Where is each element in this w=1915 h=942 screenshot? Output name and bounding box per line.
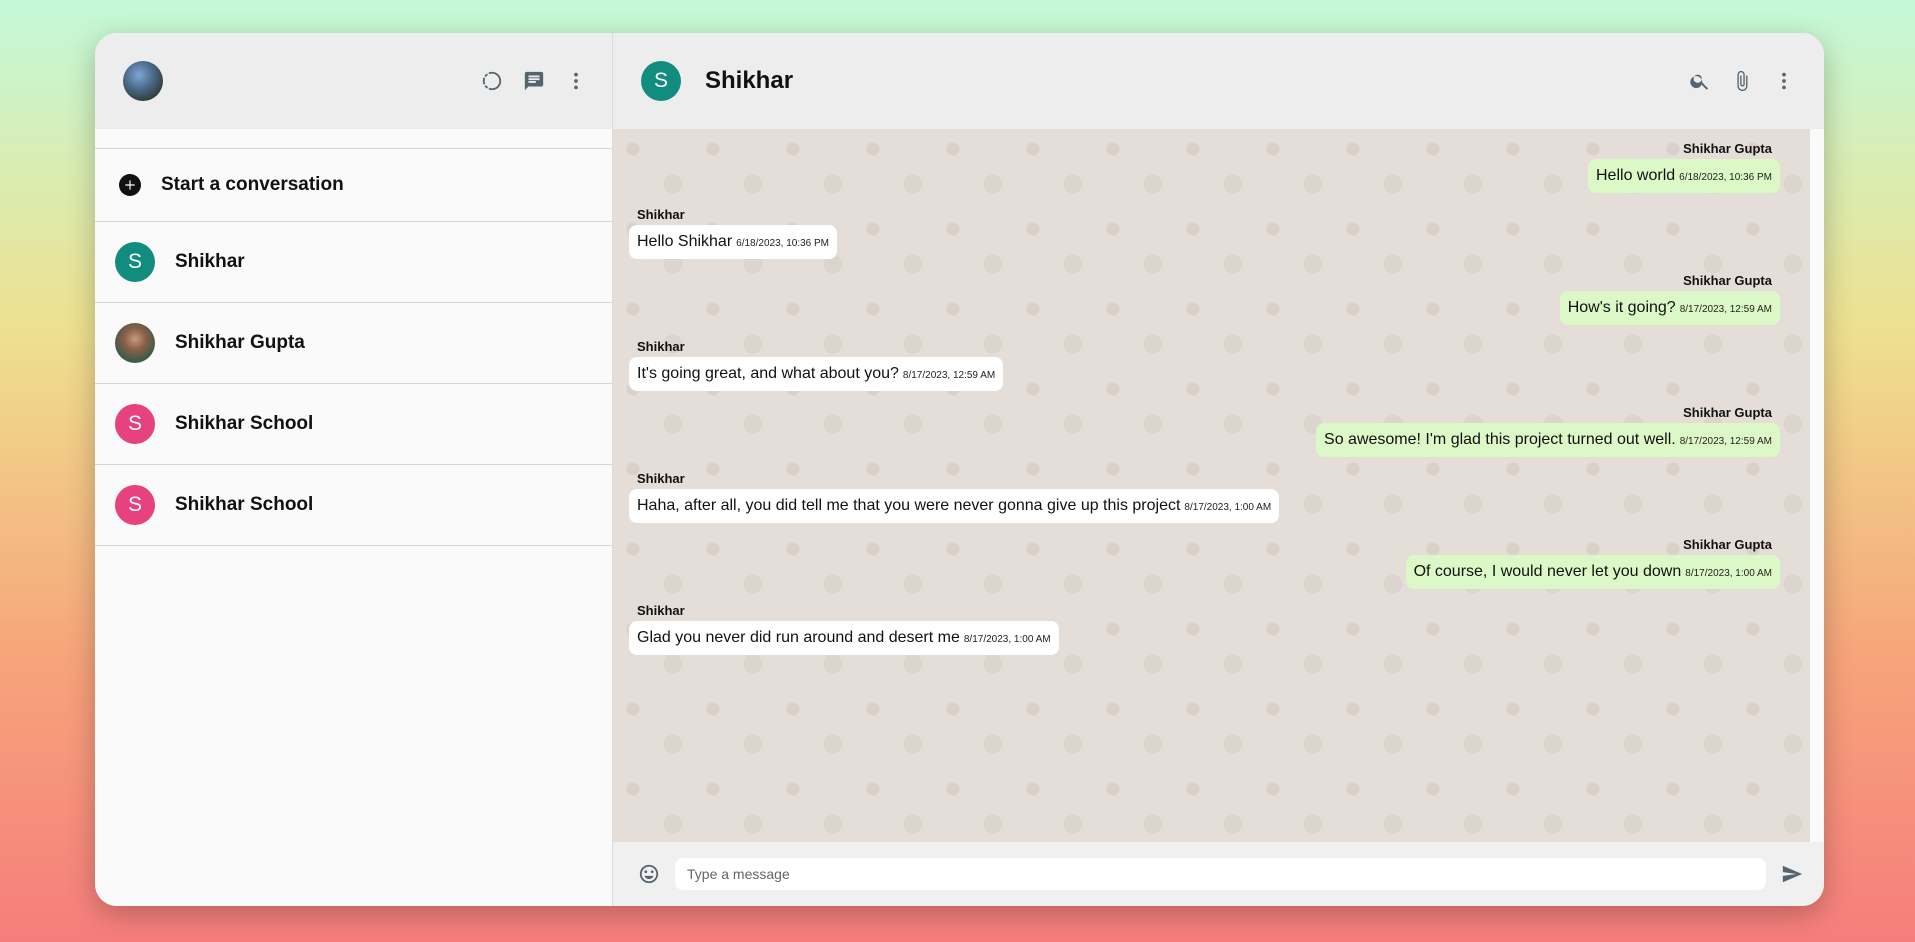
message-text: Hello world bbox=[1596, 167, 1676, 184]
chat-title: Shikhar bbox=[705, 67, 794, 94]
message-timestamp: 8/17/2023, 1:00 AM bbox=[1184, 502, 1272, 513]
search-icon[interactable] bbox=[1688, 69, 1712, 93]
user-avatar[interactable] bbox=[123, 61, 163, 101]
message-bubble[interactable]: Of course, I would never let you down 8/1… bbox=[1405, 555, 1780, 589]
message-sender: Shikhar Gupta bbox=[1683, 537, 1772, 552]
message-sender: Shikhar Gupta bbox=[1683, 141, 1772, 156]
chat-header-info[interactable]: S Shikhar bbox=[641, 61, 793, 101]
chat-name: Shikhar School bbox=[175, 413, 314, 434]
message-text: It's going great, and what about you? bbox=[637, 365, 899, 382]
message-timestamp: 6/18/2023, 10:36 PM bbox=[1679, 172, 1772, 183]
incoming-message: Shikhar Glad you never did run around and… bbox=[629, 603, 1780, 655]
sidebar-divider bbox=[95, 129, 612, 149]
message-sender: Shikhar Gupta bbox=[1683, 405, 1772, 420]
message-bubble[interactable]: So awesome! I'm glad this project turned… bbox=[1316, 423, 1780, 457]
sidebar: Start a conversation S Shikhar Shikhar Gup… bbox=[95, 33, 613, 906]
chat-avatar: S bbox=[115, 404, 155, 444]
message-bubble[interactable]: It's going great, and what about you? 8/1… bbox=[629, 357, 1004, 391]
message-timestamp: 8/17/2023, 12:59 AM bbox=[1679, 304, 1772, 315]
start-conversation-label: Start a conversation bbox=[161, 174, 344, 195]
chat-name: Shikhar School bbox=[175, 494, 314, 515]
sidebar-header bbox=[95, 33, 612, 129]
chat-list-item[interactable]: S Shikhar School bbox=[95, 465, 612, 546]
incoming-message: Shikhar It's going great, and what about … bbox=[629, 339, 1780, 391]
message-bubble[interactable]: Hello Shikhar 6/18/2023, 10:36 PM bbox=[629, 225, 838, 259]
message-text: Haha, after all, you did tell me that yo… bbox=[637, 497, 1181, 514]
outgoing-message: Shikhar Gupta Of course, I would never le… bbox=[629, 537, 1780, 589]
chat-list-item[interactable]: S Shikhar School bbox=[95, 384, 612, 465]
app-window: Start a conversation S Shikhar Shikhar Gup… bbox=[95, 33, 1824, 906]
chat-list: S Shikhar Shikhar Gupta S Shikhar School S Shi… bbox=[95, 222, 612, 546]
incoming-message: Shikhar Hello Shikhar 6/18/2023, 10:36 PM bbox=[629, 207, 1780, 259]
message-text: Hello Shikhar bbox=[637, 233, 733, 250]
message-text: Of course, I would never let you down bbox=[1413, 563, 1682, 580]
message-timestamp: 8/17/2023, 12:59 AM bbox=[902, 370, 996, 381]
emoji-icon[interactable] bbox=[637, 862, 661, 886]
message-sender: Shikhar bbox=[637, 339, 685, 354]
message-bubble[interactable]: Glad you never did run around and desert… bbox=[629, 621, 1059, 655]
chat-list-item[interactable]: Shikhar Gupta bbox=[95, 303, 612, 384]
message-text: Glad you never did run around and desert… bbox=[637, 629, 960, 646]
outgoing-message: Shikhar Gupta Hello world 6/18/2023, 10:36… bbox=[629, 141, 1780, 193]
message-sender: Shikhar bbox=[637, 207, 685, 222]
message-text: How's it going? bbox=[1567, 299, 1676, 316]
message-bubble[interactable]: Haha, after all, you did tell me that yo… bbox=[629, 489, 1280, 523]
incoming-message: Shikhar Haha, after all, you did tell me … bbox=[629, 471, 1780, 523]
chat-name: Shikhar Gupta bbox=[175, 332, 305, 353]
message-timestamp: 8/17/2023, 1:00 AM bbox=[963, 634, 1051, 645]
sidebar-header-icons bbox=[480, 69, 588, 93]
message-bubble[interactable]: How's it going? 8/17/2023, 12:59 AM bbox=[1559, 291, 1780, 325]
chat-menu-icon[interactable] bbox=[1772, 69, 1796, 93]
chat-avatar: S bbox=[115, 242, 155, 282]
chat-list-item[interactable]: S Shikhar bbox=[95, 222, 612, 303]
message-sender: Shikhar bbox=[637, 603, 685, 618]
chat-header-icons bbox=[1688, 69, 1796, 93]
plus-icon bbox=[119, 174, 141, 196]
message-text: So awesome! I'm glad this project turned… bbox=[1324, 431, 1676, 448]
message-list[interactable]: Shikhar Gupta Hello world 6/18/2023, 10:36… bbox=[613, 129, 1824, 842]
message-sender: Shikhar Gupta bbox=[1683, 273, 1772, 288]
chat-avatar: S bbox=[641, 61, 681, 101]
chat-name: Shikhar bbox=[175, 251, 245, 272]
send-icon[interactable] bbox=[1780, 862, 1804, 886]
outgoing-message: Shikhar Gupta How's it going? 8/17/2023, 1… bbox=[629, 273, 1780, 325]
message-timestamp: 6/18/2023, 10:36 PM bbox=[736, 238, 830, 249]
start-conversation-button[interactable]: Start a conversation bbox=[95, 149, 612, 222]
menu-icon[interactable] bbox=[564, 69, 588, 93]
message-timestamp: 8/17/2023, 1:00 AM bbox=[1685, 568, 1772, 579]
attach-icon[interactable] bbox=[1730, 69, 1754, 93]
status-icon[interactable] bbox=[480, 69, 504, 93]
message-sender: Shikhar bbox=[637, 471, 685, 486]
composer bbox=[613, 842, 1824, 906]
chat-header: S Shikhar bbox=[613, 33, 1824, 129]
chat-avatar: S bbox=[115, 485, 155, 525]
message-timestamp: 8/17/2023, 12:59 AM bbox=[1679, 436, 1772, 447]
outgoing-message: Shikhar Gupta So awesome! I'm glad this p… bbox=[629, 405, 1780, 457]
message-input[interactable] bbox=[675, 858, 1766, 890]
chat-avatar bbox=[115, 323, 155, 363]
chat-panel: S Shikhar Shikhar Gupta Hello world 6/18/2… bbox=[613, 33, 1824, 906]
message-bubble[interactable]: Hello world 6/18/2023, 10:36 PM bbox=[1588, 159, 1780, 193]
new-chat-icon[interactable] bbox=[522, 69, 546, 93]
